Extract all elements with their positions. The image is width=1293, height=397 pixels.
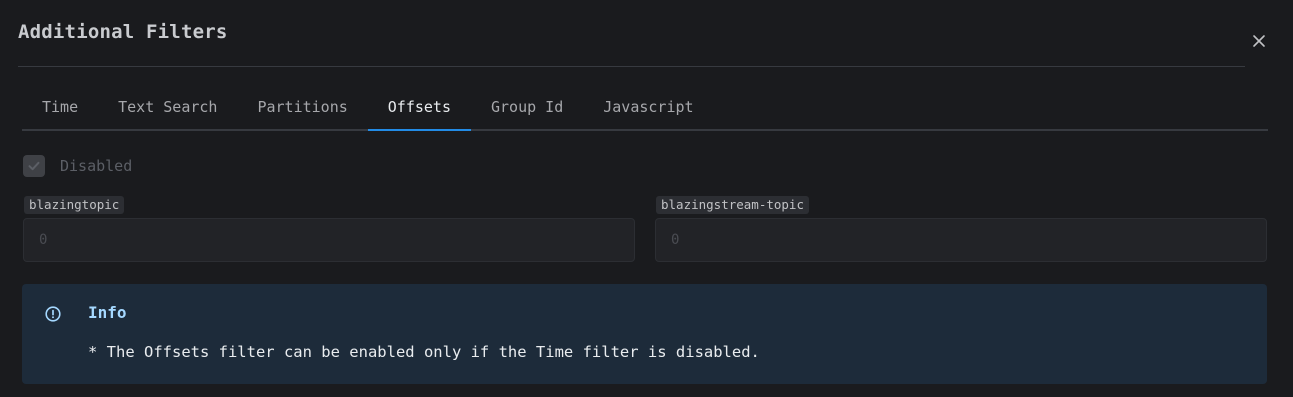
offset-field-label: blazingstream-topic — [656, 196, 809, 214]
disabled-checkbox-label: Disabled — [60, 157, 133, 175]
offset-field-label: blazingtopic — [24, 196, 125, 214]
additional-filters-dialog: Additional Filters Time Text Search Part… — [0, 0, 1293, 397]
dialog-title: Additional Filters — [18, 21, 228, 43]
filter-tabs: Time Text Search Partitions Offsets Grou… — [22, 86, 1268, 131]
tab-group-id[interactable]: Group Id — [471, 86, 583, 129]
tab-text-search[interactable]: Text Search — [98, 86, 237, 129]
info-alert: Info * The Offsets filter can be enabled… — [22, 284, 1267, 384]
close-button[interactable] — [1248, 30, 1270, 52]
offset-field-blazingstream-topic: blazingstream-topic 0 — [655, 194, 1267, 262]
offset-field-blazingtopic: blazingtopic 0 — [23, 194, 635, 262]
disabled-checkbox-row: Disabled — [23, 155, 132, 177]
tab-time[interactable]: Time — [22, 86, 98, 129]
tab-offsets[interactable]: Offsets — [367, 86, 472, 131]
title-divider — [18, 66, 1245, 67]
close-icon — [1253, 35, 1265, 47]
disabled-checkbox[interactable] — [23, 155, 45, 177]
info-circle-icon — [45, 306, 61, 322]
offset-input-blazingstream-topic[interactable]: 0 — [655, 218, 1267, 262]
info-title: Info — [88, 303, 127, 322]
offset-input-blazingtopic[interactable]: 0 — [23, 218, 635, 262]
info-text: * The Offsets filter can be enabled only… — [88, 343, 760, 361]
tab-partitions[interactable]: Partitions — [237, 86, 367, 129]
tab-javascript[interactable]: Javascript — [583, 86, 713, 129]
check-icon — [28, 161, 40, 171]
